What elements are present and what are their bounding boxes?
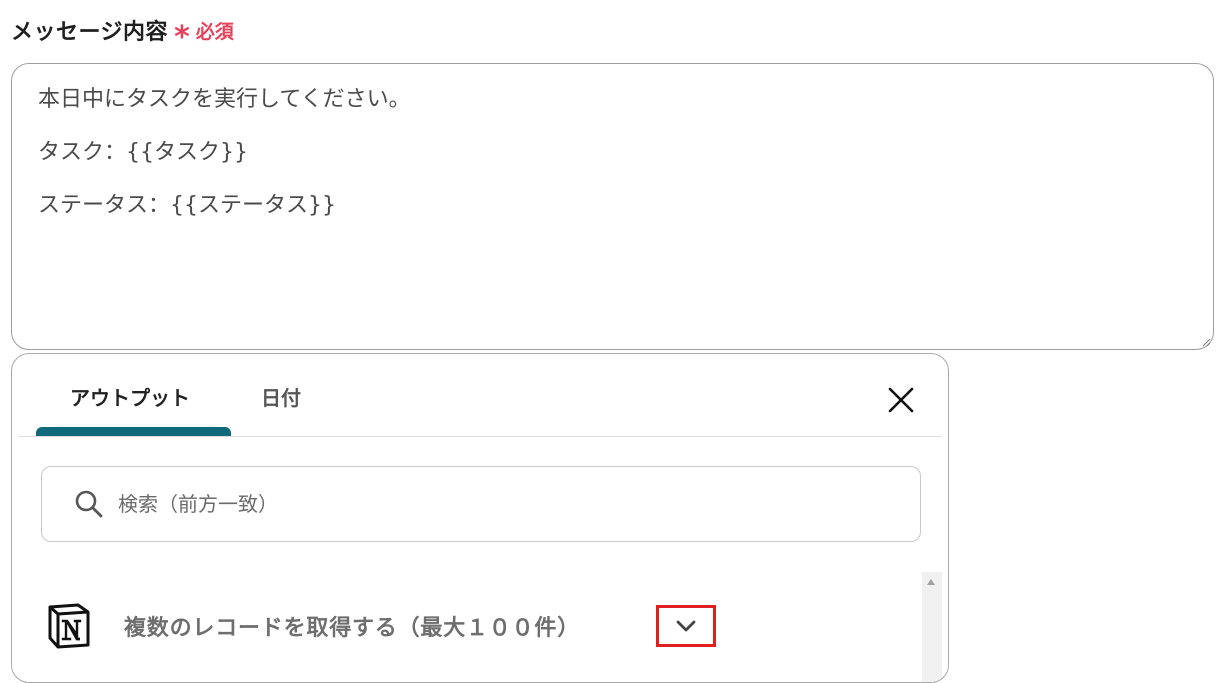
message-line: 本日中にタスクを実行してください。 [38, 87, 411, 112]
message-line: ステータス：{{ステータス}} [38, 193, 336, 218]
record-label: 複数のレコードを取得する（最大１００件） [124, 616, 581, 641]
output-panel: アウトプット 日付 複数のレコードを取得する（最大１００件） [11, 353, 949, 683]
active-tab-indicator [36, 427, 231, 436]
search-icon [75, 490, 103, 518]
record-item[interactable]: 複数のレコードを取得する（最大１００件） [44, 600, 580, 652]
search-input[interactable] [116, 491, 860, 517]
scroll-up-arrow-icon[interactable] [927, 579, 935, 585]
required-asterisk: * [174, 20, 190, 55]
notion-logo-icon [48, 603, 90, 649]
chevron-down-icon [676, 620, 696, 632]
resize-handle-icon[interactable] [1201, 337, 1211, 347]
tab-output[interactable]: アウトプット [70, 382, 190, 411]
close-icon[interactable] [886, 385, 916, 415]
message-textarea[interactable]: 本日中にタスクを実行してください。 タスク：{{タスク}} ステータス：{{ステ… [11, 63, 1214, 350]
tab-bar: アウトプット 日付 [18, 354, 942, 437]
field-label: メッセージ内容 * 必須 [11, 14, 234, 55]
message-line: タスク：{{タスク}} [38, 140, 248, 165]
expand-button[interactable] [656, 605, 716, 647]
scrollbar[interactable] [922, 572, 942, 682]
required-text: 必須 [195, 20, 234, 43]
field-label-text: メッセージ内容 [11, 20, 169, 45]
tab-date[interactable]: 日付 [261, 382, 301, 411]
search-box[interactable] [41, 466, 921, 542]
